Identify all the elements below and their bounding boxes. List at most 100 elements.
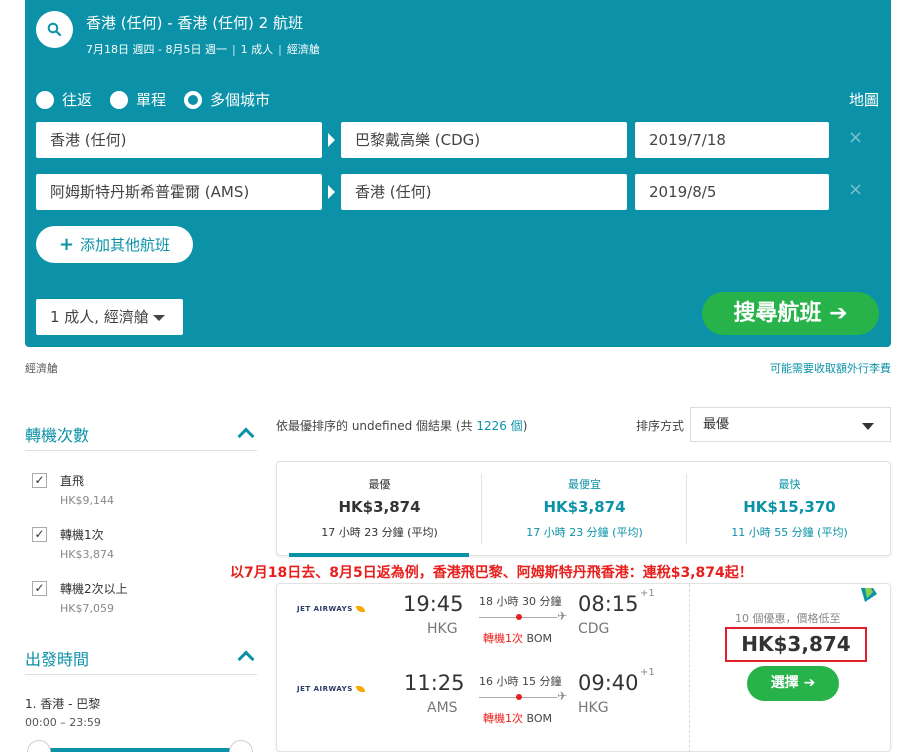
stops-direct-checkbox[interactable]: ✓	[32, 473, 47, 488]
passenger-cabin-select[interactable]: 1 成人, 經濟艙	[36, 299, 183, 335]
airline-name: JET AIRWAYS	[297, 685, 353, 693]
result-card[interactable]: JET AIRWAYS 19:45 HKG 18 小時 30 分鐘 ✈ 轉機1次…	[276, 583, 891, 752]
leg2-date-input[interactable]: 2019/8/5	[635, 174, 829, 210]
flight-duration: 16 小時 15 分鐘	[479, 675, 562, 688]
promo-annotation: 以7月18日去、8月5日返為例，香港飛巴黎、阿姆斯特丹飛香港：連稅$3,874起…	[230, 565, 753, 581]
stops-filter-title[interactable]: 轉機次數	[25, 422, 89, 446]
route-summary-title[interactable]: 香港 (任何) - 香港 (任何) 2 航班	[86, 12, 303, 33]
radio-indicator-selected	[184, 90, 203, 109]
trip-dates: 7月18日 週四 - 8月5日 週一	[86, 43, 227, 56]
add-flight-label: 添加其他航班	[80, 236, 171, 254]
stops-one-label: 轉機1次	[60, 528, 104, 542]
search-flights-label: 搜尋航班	[733, 301, 822, 326]
airline-logo-icon	[355, 686, 365, 692]
day-offset: +1	[640, 667, 655, 678]
chevron-up-icon[interactable]	[237, 427, 255, 445]
trip-pax: 1 成人	[240, 43, 274, 56]
tab-price: HK$15,370	[743, 498, 836, 516]
radio-label: 多個城市	[210, 91, 271, 109]
slider-handle-start[interactable]	[27, 740, 51, 752]
search-icon	[47, 22, 62, 37]
remove-leg2-close-icon[interactable]: ×	[848, 179, 863, 200]
stops-one-price: HK$3,874	[60, 548, 114, 561]
radio-one-way[interactable]: 單程	[110, 89, 166, 110]
leg1-origin-input[interactable]: 香港 (任何)	[36, 122, 322, 158]
results-summary: 依最優排序的 undefined 個結果 (共 1226 個)	[276, 417, 527, 434]
arrow-right-icon	[328, 133, 335, 147]
search-flights-button[interactable]: 搜尋航班 ➔	[702, 292, 879, 335]
baggage-fee-link[interactable]: 可能需要收取額外行李費	[770, 360, 891, 376]
trip-cabin: 經濟艙	[286, 43, 320, 56]
stops-two-plus-checkbox[interactable]: ✓	[32, 581, 47, 596]
day-offset: +1	[640, 588, 655, 599]
departure-time: 11:25	[404, 671, 465, 695]
sort-value: 最優	[703, 417, 730, 432]
radio-label: 往返	[62, 91, 93, 109]
leg1-destination-input[interactable]: 巴黎戴高樂 (CDG)	[341, 122, 627, 158]
select-button[interactable]: 選擇 ➔	[747, 666, 839, 701]
leg2-origin-input[interactable]: 阿姆斯特丹斯希普霍爾 (AMS)	[36, 174, 322, 210]
deals-count: 10 個優惠，價格低至	[735, 612, 841, 625]
plane-icon: ✈	[557, 609, 568, 623]
select-label: 選擇	[770, 675, 799, 691]
departure-filter-title[interactable]: 出發時間	[25, 646, 89, 670]
arrow-right-icon	[328, 185, 335, 199]
stop-airport: BOM	[526, 712, 553, 725]
map-link[interactable]: 地圖	[849, 89, 879, 110]
divider	[689, 584, 690, 752]
tab-title: 最快	[778, 478, 801, 491]
departure-time: 19:45	[403, 592, 464, 616]
tab-price: HK$3,874	[543, 498, 626, 516]
results-summary-suffix: )	[522, 419, 528, 433]
flight-duration: 18 小時 30 分鐘	[479, 595, 562, 608]
search-button-round[interactable]	[36, 11, 73, 48]
remove-leg1-close-icon[interactable]: ×	[848, 127, 863, 148]
trip-type-group: 往返 單程 多個城市	[36, 89, 270, 110]
arrival-airport: CDG	[578, 621, 610, 637]
airline-logo-icon	[355, 606, 365, 612]
caret-down-icon	[152, 314, 165, 321]
slider-handle-end[interactable]	[229, 740, 253, 752]
add-flight-button[interactable]: + 添加其他航班	[36, 226, 193, 263]
tab-price: HK$3,874	[338, 498, 421, 516]
divider	[25, 674, 257, 675]
lowest-price: HK$3,874	[725, 627, 867, 662]
departure-time-range: 00:00 – 23:59	[25, 716, 101, 729]
tab-duration: 11 小時 55 分鐘 (平均)	[731, 526, 848, 539]
tab-fastest[interactable]: 最快 HK$15,370 11 小時 55 分鐘 (平均)	[687, 462, 892, 557]
tab-duration: 17 小時 23 分鐘 (平均)	[526, 526, 643, 539]
leg2-destination-input[interactable]: 香港 (任何)	[341, 174, 627, 210]
stop-count: 轉機1次	[483, 632, 523, 645]
stops-two-plus-label: 轉機2次以上	[60, 582, 128, 596]
arrow-right-icon: ➔	[829, 301, 848, 326]
stops-direct-price: HK$9,144	[60, 494, 114, 507]
stop-dot	[516, 614, 522, 620]
results-count-link[interactable]: 1226 個	[476, 419, 522, 433]
route-summary-details: 7月18日 週四 - 8月5日 週一 | 1 成人 | 經濟艙	[86, 43, 320, 56]
tab-cheapest[interactable]: 最便宜 HK$3,874 17 小時 23 分鐘 (平均)	[482, 462, 687, 557]
arrival-airport: HKG	[578, 700, 609, 716]
divider	[25, 450, 257, 451]
plane-icon: ✈	[557, 689, 568, 703]
sort-select[interactable]: 最優	[690, 407, 891, 442]
tab-best[interactable]: 最優 HK$3,874 17 小時 23 分鐘 (平均)	[277, 462, 482, 557]
stop-count: 轉機1次	[483, 712, 523, 725]
arrival-time-value: 09:40	[578, 671, 639, 695]
caret-down-icon	[862, 423, 874, 430]
chevron-up-icon[interactable]	[237, 650, 255, 668]
departure-airport: AMS	[427, 700, 458, 716]
results-summary-text: 依最優排序的 undefined 個結果 (共	[276, 419, 477, 433]
sort-label: 排序方式	[636, 419, 685, 433]
radio-round-trip[interactable]: 往返	[36, 89, 92, 110]
stop-info: 轉機1次 BOM	[483, 710, 552, 726]
arrival-time-value: 08:15	[578, 592, 639, 616]
radio-label: 單程	[136, 91, 167, 109]
radio-multi-city[interactable]: 多個城市	[184, 89, 270, 110]
stops-direct-label: 直飛	[60, 474, 85, 488]
stops-one-checkbox[interactable]: ✓	[32, 527, 47, 542]
leg1-date-input[interactable]: 2019/7/18	[635, 122, 829, 158]
departure-airport: HKG	[427, 621, 458, 637]
plus-icon: +	[58, 234, 75, 255]
departure-time-slider[interactable]	[40, 748, 240, 752]
stop-airport: BOM	[526, 632, 553, 645]
